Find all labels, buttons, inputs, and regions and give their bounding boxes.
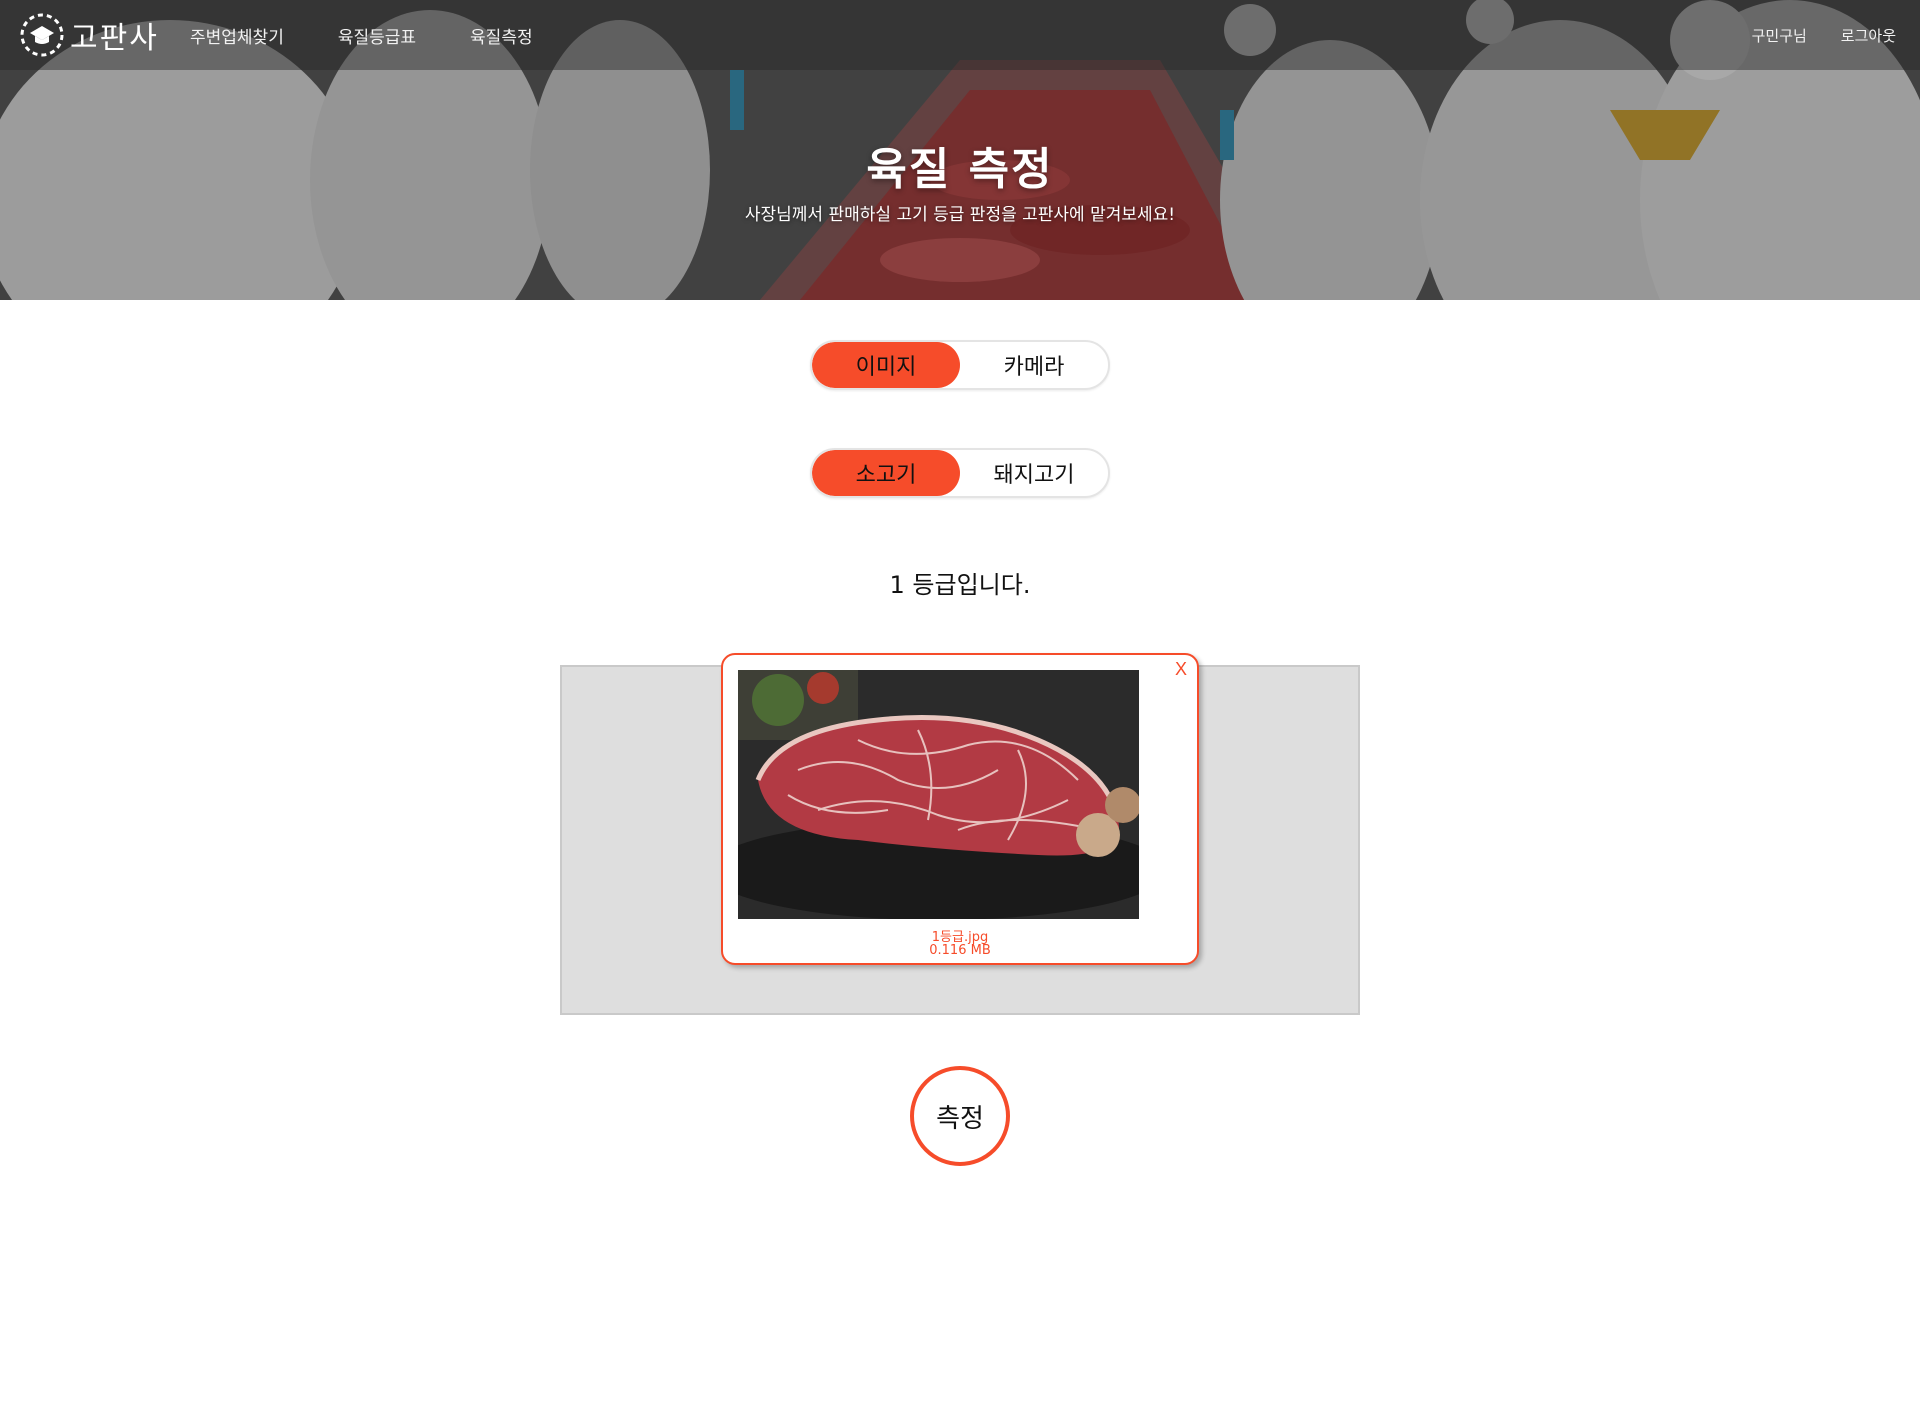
meat-type-toggle: 소고기 돼지고기	[810, 448, 1110, 498]
user-name: 구민구님	[1751, 26, 1807, 45]
page-subtitle: 사장님께서 판매하실 고기 등급 판정을 고판사에 맡겨보세요!	[744, 205, 1176, 225]
logout-link[interactable]: 로그아웃	[1841, 25, 1896, 46]
page-title: 육질 측정	[866, 144, 1054, 195]
hero-banner: 고판사 주변업체찾기 육질등급표 육질측정 구민구님 로그아웃 육질 측정 사장…	[0, 0, 1920, 300]
toggle-option-image[interactable]: 이미지	[812, 342, 960, 388]
logo-text: 고판사	[70, 21, 159, 56]
marbled-beef-image	[738, 670, 1139, 919]
user-menu: 구민구님 로그아웃	[1752, 0, 1896, 70]
toggle-option-beef[interactable]: 소고기	[812, 450, 960, 496]
toggle-option-camera[interactable]: 카메라	[960, 342, 1108, 388]
meat-thumbnail	[738, 670, 1139, 919]
nav-item-quality-measure[interactable]: 육질측정	[470, 23, 533, 48]
nav-item-grade-table[interactable]: 육질등급표	[338, 23, 416, 48]
nav-item-nearby-stores[interactable]: 주변업체찾기	[190, 23, 284, 48]
measure-button[interactable]: 측정	[910, 1066, 1010, 1166]
file-preview-card: X 1등급.jpg 0.116 MB	[721, 653, 1199, 965]
main-nav: 주변업체찾기 육질등급표 육질측정	[190, 0, 587, 70]
logo-icon	[20, 13, 64, 57]
top-navigation-bar: 고판사 주변업체찾기 육질등급표 육질측정 구민구님 로그아웃	[0, 0, 1920, 70]
file-size: 0.116 MB	[929, 943, 991, 958]
remove-file-button[interactable]: X	[1175, 659, 1187, 680]
input-source-toggle: 이미지 카메라	[810, 340, 1110, 390]
logo[interactable]: 고판사	[18, 10, 159, 60]
grade-result: 1 등급입니다.	[889, 571, 1031, 599]
toggle-option-pork[interactable]: 돼지고기	[960, 450, 1108, 496]
